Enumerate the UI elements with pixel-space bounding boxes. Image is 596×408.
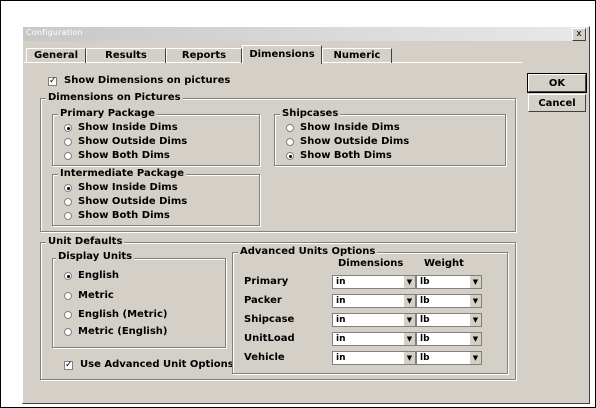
select-value: lb (420, 296, 430, 306)
intermediate-outside-label: Show Outside Dims (78, 196, 188, 207)
close-button[interactable]: x (572, 28, 586, 41)
intermediate-inside-label: Show Inside Dims (78, 182, 178, 193)
show-dimensions-label: Show Dimensions on pictures (64, 75, 231, 86)
select-value: lb (420, 277, 430, 287)
select-value: in (336, 315, 346, 325)
tab-general[interactable]: General (26, 48, 86, 63)
shipcases-outside-radio[interactable] (286, 138, 294, 146)
shipcases-both-label: Show Both Dims (300, 150, 392, 161)
units-metric-english-radio[interactable] (64, 328, 72, 336)
select-value: lb (420, 353, 430, 363)
packer-weight-select[interactable]: lb ▼ (416, 294, 482, 308)
select-value: in (336, 296, 346, 306)
intermediate-package-legend: Intermediate Package (58, 168, 186, 179)
units-metric-radio[interactable] (64, 292, 72, 300)
intermediate-outside-radio[interactable] (64, 198, 72, 206)
shipcase-weight-select[interactable]: lb ▼ (416, 313, 482, 327)
units-english-metric-label: English (Metric) (78, 309, 168, 320)
intermediate-inside-radio[interactable] (64, 184, 72, 192)
dropdown-arrow-icon: ▼ (469, 276, 481, 288)
row-label-shipcase: Shipcase (244, 314, 295, 325)
dropdown-arrow-icon: ▼ (469, 333, 481, 345)
tab-results[interactable]: Results (86, 48, 166, 63)
ok-button[interactable]: OK (527, 73, 587, 93)
tab-dimensions[interactable]: Dimensions (242, 45, 322, 64)
vehicle-weight-select[interactable]: lb ▼ (416, 351, 482, 365)
select-value: lb (420, 315, 430, 325)
primary-package-legend: Primary Package (58, 108, 157, 119)
select-value: in (336, 334, 346, 344)
select-value: in (336, 353, 346, 363)
display-units-legend: Display Units (56, 251, 135, 262)
row-label-unitload: UnitLoad (244, 333, 295, 344)
primary-both-label: Show Both Dims (78, 150, 170, 161)
dropdown-arrow-icon: ▼ (403, 276, 415, 288)
primary-inside-label: Show Inside Dims (78, 122, 178, 133)
primary-outside-radio[interactable] (64, 138, 72, 146)
window-title: Configuration (26, 28, 83, 37)
row-label-packer: Packer (244, 295, 282, 306)
select-value: in (336, 277, 346, 287)
shipcases-outside-label: Show Outside Dims (300, 136, 410, 147)
dims-on-pictures-legend: Dimensions on Pictures (46, 92, 183, 103)
units-english-metric-radio[interactable] (64, 311, 72, 319)
use-advanced-checkbox[interactable]: ✓ (64, 361, 73, 370)
units-metric-label: Metric (78, 290, 114, 301)
unitload-dimensions-select[interactable]: in ▼ (332, 332, 416, 346)
use-advanced-label: Use Advanced Unit Options (80, 359, 234, 370)
dropdown-arrow-icon: ▼ (469, 295, 481, 307)
dropdown-arrow-icon: ▼ (469, 314, 481, 326)
select-value: lb (420, 334, 430, 344)
intermediate-both-label: Show Both Dims (78, 210, 170, 221)
tab-numeric[interactable]: Numeric (322, 48, 392, 63)
units-english-radio[interactable] (64, 272, 72, 280)
primary-dimensions-select[interactable]: in ▼ (332, 275, 416, 289)
unitload-weight-select[interactable]: lb ▼ (416, 332, 482, 346)
col-dimensions-header: Dimensions (338, 258, 404, 269)
dropdown-arrow-icon: ▼ (469, 352, 481, 364)
advanced-units-legend: Advanced Units Options (238, 246, 378, 257)
packer-dimensions-select[interactable]: in ▼ (332, 294, 416, 308)
dropdown-arrow-icon: ▼ (403, 314, 415, 326)
title-bar[interactable] (23, 27, 587, 41)
primary-outside-label: Show Outside Dims (78, 136, 188, 147)
primary-both-radio[interactable] (64, 152, 72, 160)
intermediate-both-radio[interactable] (64, 212, 72, 220)
dropdown-arrow-icon: ▼ (403, 333, 415, 345)
shipcases-inside-label: Show Inside Dims (300, 122, 400, 133)
col-weight-header: Weight (424, 258, 464, 269)
shipcases-inside-radio[interactable] (286, 124, 294, 132)
shipcase-dimensions-select[interactable]: in ▼ (332, 313, 416, 327)
primary-weight-select[interactable]: lb ▼ (416, 275, 482, 289)
primary-inside-radio[interactable] (64, 124, 72, 132)
units-english-label: English (78, 270, 120, 281)
vehicle-dimensions-select[interactable]: in ▼ (332, 351, 416, 365)
show-dimensions-checkbox[interactable]: ✓ (48, 77, 57, 86)
dropdown-arrow-icon: ▼ (403, 295, 415, 307)
row-label-primary: Primary (244, 276, 289, 287)
shipcases-legend: Shipcases (280, 108, 341, 119)
unit-defaults-legend: Unit Defaults (46, 236, 125, 247)
shipcases-both-radio[interactable] (286, 152, 294, 160)
cancel-button[interactable]: Cancel (528, 94, 586, 112)
row-label-vehicle: Vehicle (244, 352, 285, 363)
tab-reports[interactable]: Reports (166, 48, 242, 63)
units-metric-english-label: Metric (English) (78, 326, 168, 337)
dropdown-arrow-icon: ▼ (403, 352, 415, 364)
